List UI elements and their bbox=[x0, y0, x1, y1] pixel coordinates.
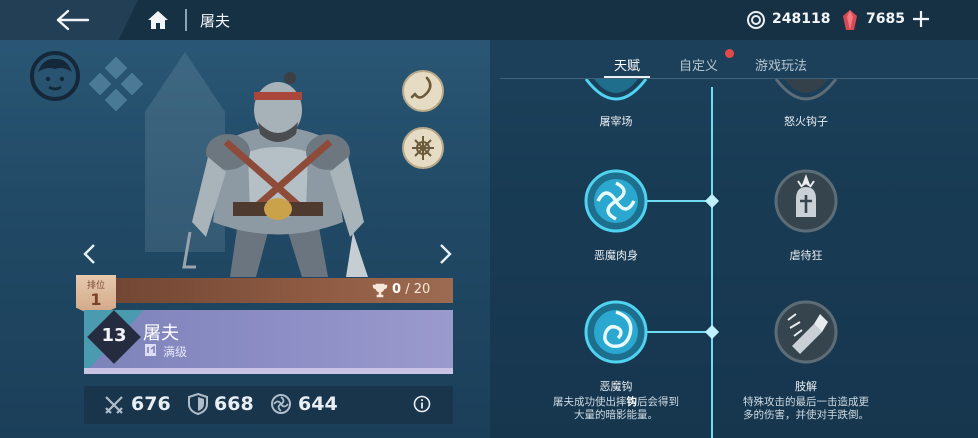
attack-value: 676 bbox=[131, 393, 171, 415]
talent-label-dismember: 肢解 bbox=[795, 380, 817, 393]
rank-value: 1 bbox=[90, 290, 102, 309]
talent-label-sadist: 虐待狂 bbox=[789, 249, 823, 262]
talent-desc-demon-hook: 屠夫成功使出摔钩后会得到 大量的暗影能量。 bbox=[553, 396, 679, 421]
talent-label-demon-hook: 恶魔钩 bbox=[599, 380, 633, 393]
shield-icon bbox=[188, 393, 208, 415]
coin-icon bbox=[747, 11, 765, 29]
butchery-talent-icon[interactable] bbox=[584, 79, 648, 103]
demon-hook-talent-icon[interactable] bbox=[584, 300, 648, 364]
swirl-energy-icon bbox=[271, 394, 291, 414]
butcher-hero-figure bbox=[182, 72, 368, 277]
top-bar: 屠夫 248118 7685 bbox=[0, 0, 978, 40]
gem-balance: 7685 bbox=[866, 11, 905, 27]
page-title: 屠夫 bbox=[200, 12, 231, 30]
diamond-decoration-icon bbox=[88, 56, 144, 112]
gem-icon bbox=[843, 10, 857, 30]
demon-flesh-talent-icon[interactable] bbox=[584, 169, 648, 233]
defense-value: 668 bbox=[214, 393, 254, 415]
hero-card[interactable] bbox=[84, 310, 453, 374]
tab-talents[interactable]: 天赋 bbox=[614, 55, 640, 74]
talent-desc-dismember: 特殊攻击的最后一击造成更 多的伤害，并使对手跌倒。 bbox=[743, 396, 869, 421]
tab-customize[interactable]: 自定义 bbox=[679, 55, 718, 74]
energy-value: 644 bbox=[298, 393, 338, 415]
rage-hook-talent-icon[interactable] bbox=[774, 79, 838, 103]
home-icon[interactable] bbox=[147, 9, 169, 31]
back-arrow-icon[interactable] bbox=[56, 8, 90, 32]
sadist-talent-icon[interactable] bbox=[774, 169, 838, 233]
talent-label-rage-hook: 怒火钩子 bbox=[784, 115, 828, 128]
emblem-skill-button[interactable] bbox=[401, 126, 445, 170]
hero-name: 屠夫 bbox=[143, 323, 179, 344]
hook-skill-button[interactable] bbox=[401, 69, 445, 113]
info-icon[interactable] bbox=[413, 395, 431, 413]
talent-label-demon-flesh: 恶魔肉身 bbox=[594, 249, 638, 262]
trophy-count: 0 / 20 bbox=[392, 282, 431, 297]
plus-icon[interactable] bbox=[912, 10, 930, 28]
trophy-icon bbox=[372, 283, 388, 298]
next-hero-icon[interactable] bbox=[439, 243, 453, 265]
max-level-label: 满级 bbox=[163, 345, 188, 359]
face-icon[interactable] bbox=[29, 50, 81, 102]
hero-level: 13 bbox=[101, 325, 127, 346]
tab-gameplay[interactable]: 游戏玩法 bbox=[755, 55, 807, 74]
dismember-talent-icon[interactable] bbox=[774, 300, 838, 364]
coin-balance: 248118 bbox=[772, 11, 831, 27]
previous-hero-icon[interactable] bbox=[82, 243, 96, 265]
max-level-icon bbox=[145, 344, 156, 356]
title-divider bbox=[185, 9, 187, 31]
talent-label-butchery: 屠宰场 bbox=[599, 115, 633, 128]
notification-dot bbox=[725, 49, 734, 58]
crossed-swords-icon bbox=[105, 396, 123, 414]
